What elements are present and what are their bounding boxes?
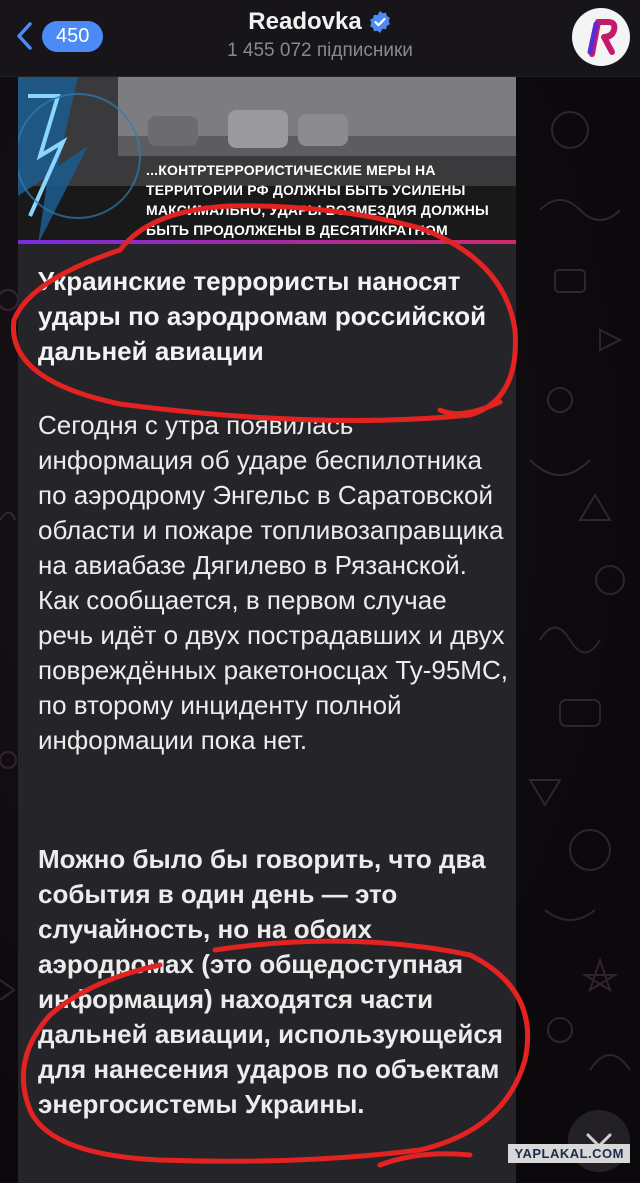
channel-avatar[interactable] [572,8,630,66]
post-paragraph-2: Можно было бы говорить, что два события … [38,844,503,1119]
media-caption: ...КОНТРТЕРРОРИСТИЧЕСКИЕ МЕРЫ НА ТЕРРИТО… [146,162,489,244]
post-headline: Украинские террористы наносят удары по а… [38,266,487,366]
watermark: YAPLAKAL.COM [508,1144,630,1163]
channel-header: 450 Readovka 1 455 072 підписники [0,0,640,77]
channel-name-row: Readovka [248,8,391,36]
channel-post: ...КОНТРТЕРРОРИСТИЧЕСКИЕ МЕРЫ НА ТЕРРИТО… [18,76,516,1183]
media-accent-bar [18,240,516,244]
readovka-logo-icon [573,9,629,65]
channel-title-block[interactable]: Readovka 1 455 072 підписники [0,8,640,62]
verified-badge-icon [368,10,392,34]
post-media-image[interactable]: ...КОНТРТЕРРОРИСТИЧЕСКИЕ МЕРЫ НА ТЕРРИТО… [18,76,516,244]
telegram-channel-screen: 450 Readovka 1 455 072 підписники ...КОН… [0,0,640,1183]
post-paragraph-1: Сегодня с утра появилась информация об у… [38,410,508,755]
subscriber-count: 1 455 072 підписники [227,40,413,61]
channel-name: Readovka [248,8,362,35]
